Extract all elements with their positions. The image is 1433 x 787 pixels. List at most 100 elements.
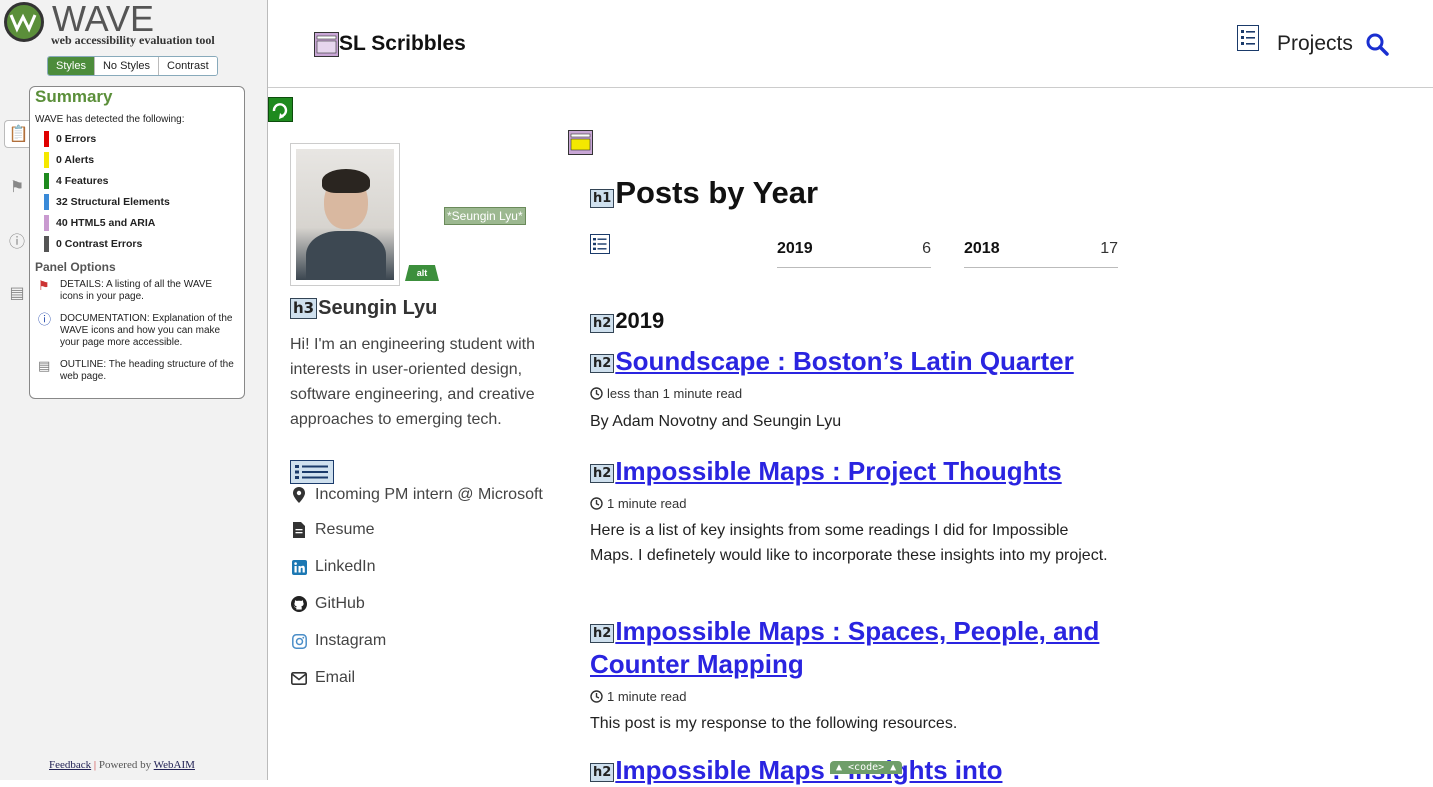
author-bio: Hi! I'm an engineering student with inte… — [290, 336, 535, 428]
skip-link-icon[interactable] — [268, 97, 293, 127]
contrast-errors-stat[interactable]: 0 Contrast Errors — [44, 236, 142, 252]
read-time-text: 1 minute read — [607, 689, 687, 704]
post-link[interactable]: Impossible Maps : Insights into — [615, 755, 1002, 785]
post-excerpt: This post is my response to the followin… — [590, 715, 958, 732]
panel-option-details[interactable]: ⚑ DETAILS: A listing of all the WAVE ico… — [38, 279, 238, 303]
post-read-time: less than 1 minute read — [590, 386, 742, 401]
instagram-icon — [290, 633, 308, 649]
wave-region-icon — [568, 130, 593, 160]
errors-stat[interactable]: 0 Errors — [44, 131, 96, 147]
clock-icon — [590, 387, 603, 400]
flag-icon: ⚑ — [38, 278, 50, 293]
clock-icon — [590, 497, 603, 510]
year-tab-2019[interactable]: 2019 6 — [777, 240, 931, 268]
read-time-text: less than 1 minute read — [607, 386, 743, 401]
post-title: h2 Impossible Maps : Project Thoughts — [590, 455, 1130, 488]
linkedin-icon — [290, 559, 308, 575]
no-styles-button[interactable]: No Styles — [93, 57, 159, 75]
feedback-link[interactable]: Feedback — [49, 759, 91, 771]
alerts-stat[interactable]: 0 Alerts — [44, 152, 94, 168]
summary-title: Summary — [35, 87, 113, 106]
aria-stat[interactable]: 40 HTML5 and ARIA — [44, 215, 155, 231]
author-name-text: Seungin Lyu — [318, 297, 438, 319]
contrast-button[interactable]: Contrast — [158, 57, 217, 75]
search-button[interactable] — [1365, 32, 1389, 61]
list-icon — [1237, 25, 1259, 52]
map-marker-icon — [290, 487, 308, 503]
resume-link[interactable]: Resume — [290, 521, 375, 539]
panel-option-text: DOCUMENTATION: Explanation of the WAVE i… — [60, 313, 233, 348]
year-tab-count: 17 — [1100, 240, 1118, 257]
summary-panel: Summary WAVE has detected the following:… — [29, 86, 245, 399]
panel-option-documentation[interactable]: ⓘ DOCUMENTATION: Explanation of the WAVE… — [38, 313, 238, 349]
wave-footer: Feedback | Powered by WebAIM — [49, 759, 195, 771]
author-link-label: Email — [315, 669, 356, 686]
styles-button[interactable]: Styles — [48, 57, 94, 75]
webaim-link[interactable]: WebAIM — [154, 759, 195, 771]
author-name: h3 Seungin Lyu — [290, 297, 437, 320]
list-icon — [590, 234, 610, 259]
list-icon — [290, 460, 334, 489]
alt-text-badge: *Seungin Lyu* — [444, 207, 526, 225]
info-icon: ⓘ — [38, 312, 52, 327]
h1-icon: h1 — [590, 189, 615, 208]
detected-text: WAVE has detected the following: — [35, 114, 185, 125]
h3-icon: h3 — [290, 298, 318, 320]
wave-mode-switcher: Styles No Styles Contrast — [47, 56, 218, 76]
code-toggle-badge[interactable]: ▲ <code> ▲ — [830, 761, 903, 774]
info-icon: ⓘ — [8, 234, 25, 251]
structural-stat[interactable]: 32 Structural Elements — [44, 194, 170, 210]
envelope-icon — [290, 671, 308, 685]
panel-option-text: OUTLINE: The heading structure of the we… — [60, 359, 234, 382]
email-link[interactable]: Email — [290, 669, 355, 687]
post-read-time: 1 minute read — [590, 689, 687, 704]
author-avatar — [290, 143, 400, 286]
outline-tab[interactable]: ▤ — [4, 279, 30, 307]
clock-icon — [590, 690, 603, 703]
author-link-label: Instagram — [315, 632, 387, 649]
masthead: SL Scribbles Projects — [268, 0, 1433, 88]
details-tab[interactable]: ⚑ — [4, 173, 30, 201]
post-read-time: 1 minute read — [590, 496, 687, 511]
h2-icon: h2 — [590, 353, 615, 373]
post-link[interactable]: Impossible Maps : Spaces, People, and Co… — [590, 616, 1099, 679]
page-title-text: Posts by Year — [615, 175, 819, 210]
site-title-link[interactable]: SL Scribbles — [314, 32, 466, 57]
year-heading: h2 2019 — [590, 308, 664, 334]
clipboard-icon: 📋 — [8, 126, 29, 143]
nav-projects-link[interactable]: Projects — [1237, 25, 1353, 56]
search-icon — [1366, 33, 1389, 56]
h2-icon: h2 — [590, 314, 615, 333]
features-stat[interactable]: 4 Features — [44, 173, 109, 189]
wave-tab-strip: 📋 ⚑ ⓘ ▤ — [4, 120, 32, 332]
wave-region-icon — [314, 32, 339, 57]
post-excerpt: Here is a list of key insights from some… — [590, 522, 1108, 564]
documentation-tab[interactable]: ⓘ — [4, 226, 30, 254]
h2-icon: h2 — [590, 623, 615, 643]
year-tab-label: 2019 — [777, 240, 813, 257]
post-title: h2 Impossible Maps : Spaces, People, and … — [590, 615, 1130, 681]
panel-option-text: DETAILS: A listing of all the WAVE icons… — [60, 279, 213, 302]
post-link[interactable]: Soundscape : Boston’s Latin Quarter — [615, 346, 1073, 376]
summary-tab[interactable]: 📋 — [4, 120, 32, 148]
github-icon — [290, 596, 308, 612]
github-link[interactable]: GitHub — [290, 595, 365, 613]
alt-icon: alt — [405, 265, 439, 281]
author-link-label: Incoming PM intern @ Microsoft — [315, 486, 543, 503]
post-link[interactable]: Impossible Maps : Project Thoughts — [615, 456, 1061, 486]
read-time-text: 1 minute read — [607, 496, 687, 511]
site-title-text: SL Scribbles — [339, 32, 466, 56]
avatar-image — [296, 149, 394, 280]
wave-subtitle: web accessibility evaluation tool — [51, 33, 215, 47]
author-link-label: Resume — [315, 521, 375, 538]
h2-icon: h2 — [590, 463, 615, 483]
panel-option-outline[interactable]: ▤ OUTLINE: The heading structure of the … — [38, 359, 238, 383]
year-heading-text: 2019 — [615, 308, 665, 333]
linkedin-link[interactable]: LinkedIn — [290, 558, 376, 576]
wave-logo-icon — [4, 2, 44, 42]
year-tab-count: 6 — [922, 240, 931, 257]
instagram-link[interactable]: Instagram — [290, 632, 386, 650]
footer-separator: | — [93, 759, 97, 771]
year-tab-label: 2018 — [964, 240, 1000, 257]
year-tab-2018[interactable]: 2018 17 — [964, 240, 1118, 268]
